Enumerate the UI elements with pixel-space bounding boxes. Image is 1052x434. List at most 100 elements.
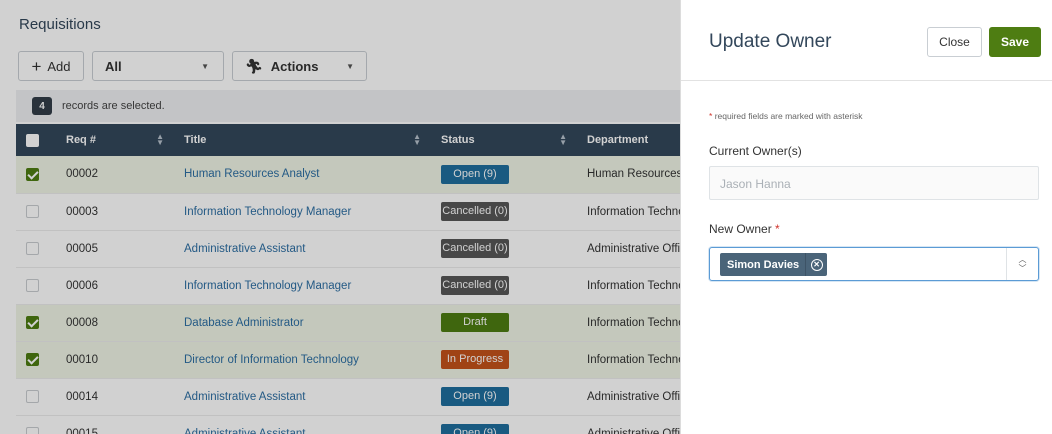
add-button-label: Add	[47, 58, 71, 74]
requisition-title-link[interactable]: Director of Information Technology	[184, 354, 359, 366]
status-cell: Open (9)	[431, 415, 577, 434]
row-checkbox[interactable]	[26, 242, 39, 255]
department-cell: Administrative Offic	[577, 378, 680, 416]
status-badge: In Progress	[441, 350, 509, 369]
title-cell: Administrative Assistant	[174, 230, 431, 268]
req-number: 00006	[56, 267, 174, 305]
row-checkbox-cell	[16, 341, 56, 379]
status-cell: Cancelled (0)	[431, 193, 577, 231]
required-asterisk: *	[709, 111, 713, 121]
status-cell: Open (9)	[431, 378, 577, 416]
requisition-title-link[interactable]: Administrative Assistant	[184, 428, 305, 434]
requisition-title-link[interactable]: Information Technology Manager	[184, 280, 351, 292]
actions-button[interactable]: 🏃︎ Actions ▼	[232, 51, 367, 81]
add-button[interactable]: + Add	[18, 51, 84, 81]
table-row[interactable]: 00015 Administrative Assistant Open (9) Adm…	[16, 415, 680, 434]
select-all-checkbox[interactable]	[26, 133, 39, 147]
status-cell: Open (9)	[431, 156, 577, 194]
table-header-row: Req # ▲ ▼ Title ▲ ▼ Status ▲ ▼ Department	[16, 124, 680, 156]
status-badge: Cancelled (0)	[441, 202, 509, 221]
requisition-title-link[interactable]: Database Administrator	[184, 317, 304, 329]
new-owner-label: New Owner *	[709, 222, 780, 236]
department-cell: Administrative Offic	[577, 415, 680, 434]
chevron-down-icon: ▼	[346, 61, 354, 71]
table-row[interactable]: 00008 Database Administrator Draft Informat…	[16, 304, 680, 342]
current-owner-field: Jason Hanna	[709, 166, 1039, 200]
new-owner-input[interactable]: Simon Davies ✕ ︿ ﹀	[709, 247, 1039, 281]
table-row[interactable]: 00014 Administrative Assistant Open (9) Adm…	[16, 378, 680, 416]
status-badge: Draft	[441, 313, 509, 332]
selection-text: records are selected.	[62, 100, 165, 112]
title-cell: Information Technology Manager	[174, 267, 431, 305]
sort-icon: ▲ ▼	[413, 132, 421, 147]
requisitions-table: Req # ▲ ▼ Title ▲ ▼ Status ▲ ▼ Department 0000…	[16, 124, 680, 434]
table-row[interactable]: 00005 Administrative Assistant Cancelled (…	[16, 230, 680, 268]
row-checkbox[interactable]	[26, 205, 39, 218]
title-cell: Director of Information Technology	[174, 341, 431, 379]
status-cell: In Progress	[431, 341, 577, 379]
department-cell: Information Technol	[577, 341, 680, 379]
status-badge: Cancelled (0)	[441, 276, 509, 295]
req-number: 00010	[56, 341, 174, 379]
req-number: 00014	[56, 378, 174, 416]
running-person-icon: 🏃︎	[245, 57, 263, 74]
update-owner-drawer: Update Owner Close Save * required field…	[680, 0, 1052, 434]
actions-button-label: Actions	[270, 58, 319, 74]
close-button[interactable]: Close	[927, 27, 982, 57]
drawer-title: Update Owner	[709, 31, 832, 52]
plus-icon: +	[31, 56, 42, 76]
requisition-title-link[interactable]: Information Technology Manager	[184, 206, 351, 218]
chevron-up-icon: ︿	[1018, 255, 1027, 264]
save-button[interactable]: Save	[989, 27, 1041, 57]
req-number: 00003	[56, 193, 174, 231]
row-checkbox[interactable]	[26, 316, 39, 329]
status-cell: Cancelled (0)	[431, 230, 577, 268]
status-cell: Cancelled (0)	[431, 267, 577, 305]
chevron-down-icon: ▼	[201, 61, 209, 71]
selection-count-badge: 4	[32, 97, 52, 115]
select-all-column	[16, 124, 56, 156]
row-checkbox-cell	[16, 193, 56, 231]
row-checkbox[interactable]	[26, 427, 39, 434]
owner-tag-label: Simon Davies	[727, 258, 800, 271]
status-badge: Cancelled (0)	[441, 239, 509, 258]
required-fields-note: * required fields are marked with asteri…	[709, 111, 863, 121]
table-row[interactable]: 00006 Information Technology Manager Cance…	[16, 267, 680, 305]
current-owner-label: Current Owner(s)	[709, 144, 802, 158]
department-cell: Information Technol	[577, 267, 680, 305]
remove-tag-button[interactable]: ✕	[805, 253, 827, 276]
table-row[interactable]: 00003 Information Technology Manager Cance…	[16, 193, 680, 231]
row-checkbox[interactable]	[26, 167, 39, 181]
req-number: 00005	[56, 230, 174, 268]
req-number: 00008	[56, 304, 174, 342]
department-cell: Human Resources	[577, 156, 680, 194]
column-header-req[interactable]: Req # ▲ ▼	[56, 124, 174, 156]
chevron-down-icon: ﹀	[1018, 264, 1027, 273]
department-cell: Administrative Offic	[577, 230, 680, 268]
owner-tag: Simon Davies ✕	[720, 253, 828, 276]
req-number: 00002	[56, 156, 174, 194]
column-header-department[interactable]: Department	[577, 124, 680, 156]
title-cell: Human Resources Analyst	[174, 156, 431, 194]
column-header-status[interactable]: Status ▲ ▼	[431, 124, 577, 156]
required-asterisk: *	[775, 222, 780, 236]
title-cell: Administrative Assistant	[174, 415, 431, 434]
req-number: 00015	[56, 415, 174, 434]
drawer-header: Update Owner Close Save	[681, 0, 1052, 81]
sort-icon: ▲ ▼	[559, 132, 567, 147]
table-row[interactable]: 00010 Director of Information Technology I…	[16, 341, 680, 379]
dropdown-toggle[interactable]: ︿ ﹀	[1006, 248, 1038, 280]
row-checkbox[interactable]	[26, 390, 39, 403]
row-checkbox[interactable]	[26, 279, 39, 292]
page-title: Requisitions	[19, 16, 101, 33]
filter-select[interactable]: All ▼	[92, 51, 224, 81]
requisition-title-link[interactable]: Administrative Assistant	[184, 391, 305, 403]
column-header-title[interactable]: Title ▲ ▼	[174, 124, 431, 156]
row-checkbox-cell	[16, 378, 56, 416]
status-badge: Open (9)	[441, 387, 509, 406]
requisition-title-link[interactable]: Administrative Assistant	[184, 243, 305, 255]
row-checkbox[interactable]	[26, 353, 39, 366]
requisition-title-link[interactable]: Human Resources Analyst	[184, 168, 320, 180]
close-circle-icon: ✕	[810, 258, 823, 271]
table-row[interactable]: 00002 Human Resources Analyst Open (9) Huma…	[16, 156, 680, 194]
